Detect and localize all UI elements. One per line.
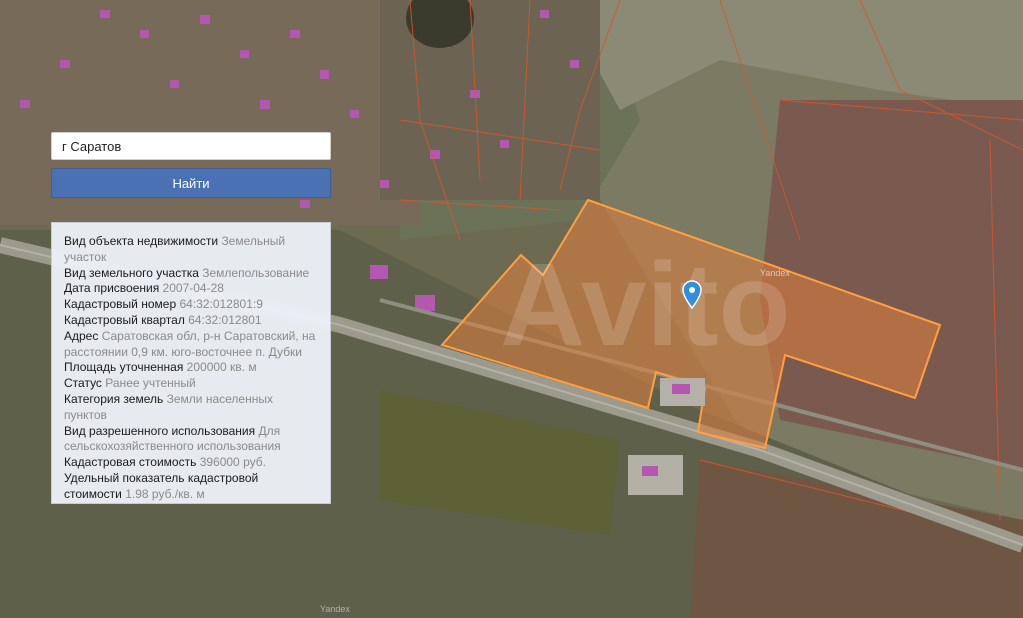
yandex-watermark: Yandex — [760, 268, 790, 278]
yandex-watermark-bottom: Yandex — [320, 604, 350, 614]
info-value: Ранее учтенный — [105, 376, 196, 391]
info-row-cadastral-number: Кадастровый номер 64:32:012801:9 — [64, 297, 318, 313]
info-label: Адрес — [64, 328, 99, 343]
info-label: Категория земель — [64, 391, 164, 406]
info-row-parcel-type: Вид земельного участка Землепользование — [64, 266, 318, 282]
info-value: 1.98 руб./кв. м — [125, 486, 205, 501]
info-value: Землепользование — [202, 265, 310, 280]
info-row-land-category: Категория земель Земли населенных пункто… — [64, 392, 318, 424]
info-value: 396000 руб. — [199, 455, 266, 470]
info-row-assigned-date: Дата присвоения 2007-04-28 — [64, 281, 318, 297]
info-row-specific-value: Удельный показатель кадастровой стоимост… — [64, 471, 318, 503]
info-label: Кадастровая стоимость — [64, 455, 197, 470]
info-row-address: Адрес Саратовская обл, р-н Саратовский, … — [64, 329, 318, 361]
gas-station-building — [642, 466, 658, 476]
info-label: Дата присвоения — [64, 281, 160, 296]
info-value: 64:32:012801:9 — [179, 297, 263, 312]
info-label: Кадастровый номер — [64, 297, 177, 312]
info-value: 200000 кв. м — [186, 360, 257, 375]
parcel-info-panel: Вид объекта недвижимости Земельный участ… — [51, 222, 331, 504]
info-value: 2007-04-28 — [162, 281, 224, 296]
gas-station-north-building — [672, 384, 690, 394]
info-row-cadastral-quarter: Кадастровый квартал 64:32:012801 — [64, 313, 318, 329]
search-button[interactable]: Найти — [51, 168, 331, 198]
info-row-object-type: Вид объекта недвижимости Земельный участ… — [64, 234, 318, 266]
info-label: Вид объекта недвижимости — [64, 234, 219, 248]
info-row-area: Площадь уточненная 200000 кв. м — [64, 360, 318, 376]
info-value: Саратовская обл, р-н Саратовский, на рас… — [64, 328, 316, 359]
info-label: Вид земельного участка — [64, 265, 199, 280]
info-row-status: Статус Ранее учтенный — [64, 376, 318, 392]
info-label: Кадастровый квартал — [64, 312, 185, 327]
info-label: Площадь уточненная — [64, 360, 184, 375]
info-value: 64:32:012801 — [188, 312, 262, 327]
info-row-permitted-use: Вид разрешенного использования Для сельс… — [64, 424, 318, 456]
avito-watermark: Avito — [500, 239, 791, 371]
info-row-cadastral-value: Кадастровая стоимость 396000 руб. — [64, 455, 318, 471]
info-label: Вид разрешенного использования — [64, 423, 256, 438]
info-label: Статус — [64, 376, 102, 391]
search-input[interactable] — [51, 132, 331, 160]
